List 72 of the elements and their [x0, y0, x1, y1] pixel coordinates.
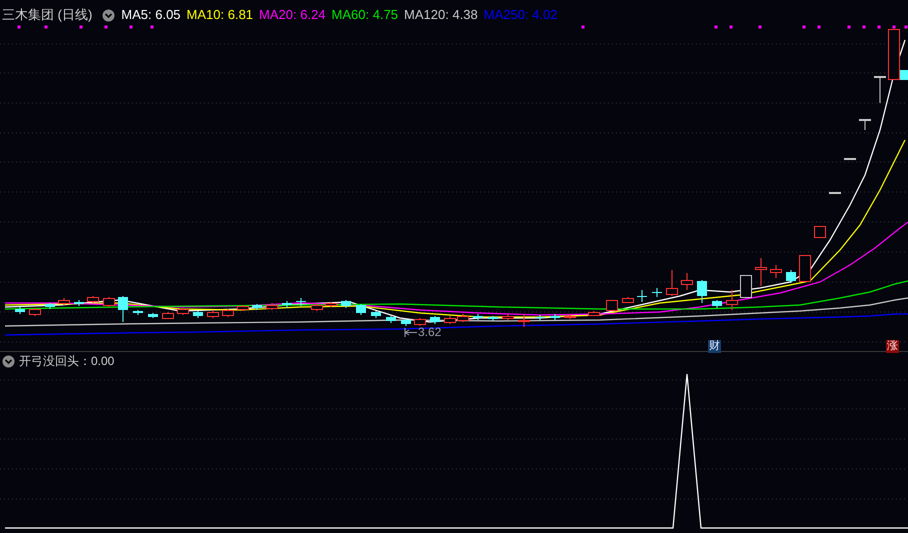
candlestick: [148, 312, 158, 318]
dropdown-icon[interactable]: [2, 354, 15, 368]
candlestick: [726, 290, 738, 310]
candlestick: [874, 76, 886, 104]
candlestick: [622, 296, 634, 304]
left-arrow-icon: [404, 328, 417, 336]
candlestick: [58, 298, 70, 306]
candlestick: [430, 316, 440, 324]
ma-legend-label: MA5: 6.05: [121, 6, 181, 24]
candlestick: [118, 296, 128, 322]
candlestick: [518, 314, 530, 328]
candlestick: [844, 158, 856, 160]
finance-badge[interactable]: 财: [708, 340, 721, 353]
candlestick: [193, 310, 203, 318]
candlestick: [103, 296, 115, 308]
candlestick: [859, 118, 871, 130]
candlestick: [502, 314, 514, 320]
candlestick: [488, 316, 498, 322]
ma-legend-label: MA250: 4.02: [484, 6, 558, 24]
candlestick: [697, 280, 707, 304]
candlestick: [29, 308, 41, 316]
candlestick: [266, 302, 278, 310]
candlestick: [550, 314, 560, 320]
candlestick: [87, 296, 99, 304]
low-price-label: 3.62: [418, 325, 442, 339]
candlestick: [325, 302, 337, 308]
limit-up-badge[interactable]: 涨: [886, 340, 899, 353]
candlestick: [444, 316, 456, 324]
candlestick: [588, 310, 600, 316]
candlestick: [740, 274, 752, 298]
ma-legend-label: MA20: 6.24: [259, 6, 326, 24]
candlestick: [162, 312, 174, 320]
candlestick: [652, 288, 662, 298]
candlestick: [341, 300, 351, 308]
stock-title: 三木集团 (日线): [2, 6, 92, 24]
ma-legend-label: MA10: 6.81: [186, 6, 254, 24]
candlestick: [712, 300, 722, 308]
candlestick: [799, 254, 811, 282]
ma-legend-label: MA120: 4.38: [404, 6, 478, 24]
candlestick: [666, 270, 678, 296]
candlestick: [786, 270, 796, 284]
dropdown-icon[interactable]: [102, 8, 116, 22]
candlestick: [177, 308, 189, 316]
candlestick: [606, 300, 618, 311]
candlestick: [457, 314, 469, 322]
candlestick: [282, 300, 292, 308]
candlestick: [564, 314, 576, 320]
candlestick: [401, 318, 411, 326]
candlestick: [222, 308, 234, 318]
ma-legend-label: MA60: 4.75: [332, 6, 398, 24]
candlestick: [770, 264, 782, 278]
candlestick: [637, 290, 647, 302]
candlestick: [535, 314, 545, 320]
candlestick: [311, 302, 323, 312]
candlestick: [237, 304, 249, 312]
candlestick: [74, 300, 84, 306]
candlestick: [414, 318, 426, 326]
indicator-label: 开弓没回头：0.00: [19, 353, 114, 369]
candlestick: [829, 192, 841, 194]
candlestick: [755, 258, 767, 286]
candlestick: [814, 226, 826, 238]
candlestick: [296, 298, 306, 306]
candlestick: [356, 304, 366, 316]
candlestick: [473, 314, 483, 320]
candlestick: [15, 306, 25, 314]
candlestick: [371, 310, 381, 318]
candlestick: [133, 310, 143, 316]
candlestick: [681, 272, 693, 290]
candlestick: [45, 302, 55, 310]
candlestick: [252, 304, 262, 310]
candlestick: [386, 316, 396, 324]
candlestick: [207, 310, 219, 318]
